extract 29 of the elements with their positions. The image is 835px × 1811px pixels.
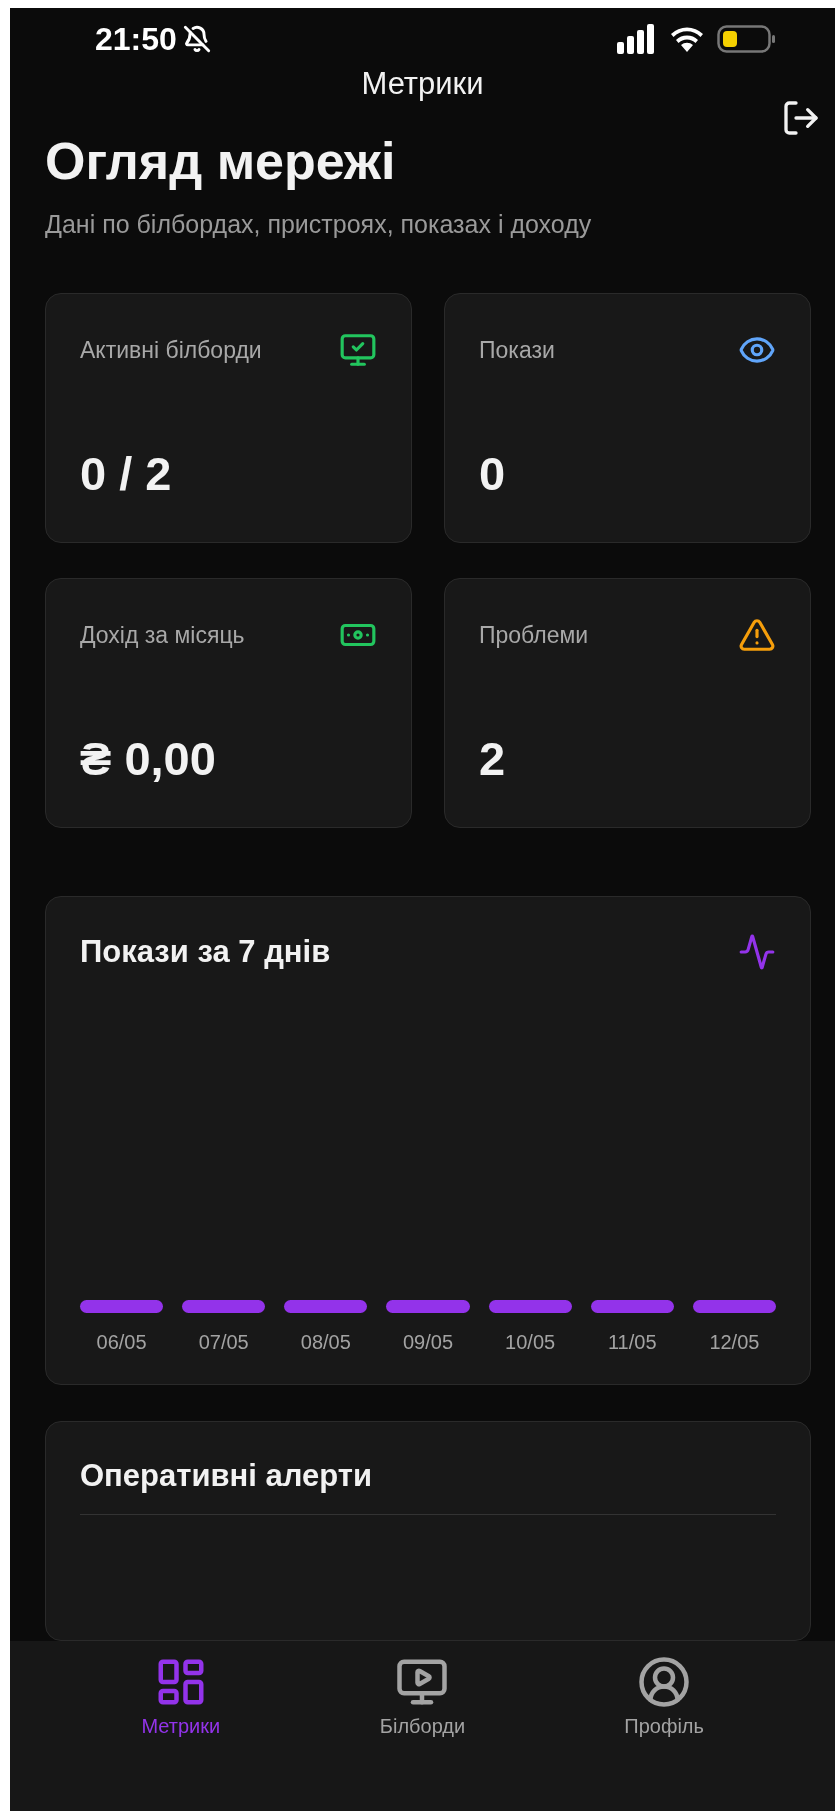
tab-bar-item[interactable]: Білборди: [342, 1655, 503, 1738]
pulse-icon: [738, 933, 776, 971]
alerts-title: Оперативні алерти: [80, 1458, 373, 1493]
wifi-icon: [669, 25, 705, 54]
day-label: 07/05: [198, 1331, 249, 1354]
day-label: 11/05: [608, 1331, 657, 1354]
status-time: 21:50: [95, 20, 177, 58]
stat-value: 0 / 2: [80, 446, 172, 501]
stat-label: Дохід за місяць: [80, 621, 245, 649]
day-label: 08/05: [300, 1331, 351, 1354]
tab-bar-item[interactable]: Профіль: [584, 1655, 745, 1738]
user-circle-icon: [637, 1655, 692, 1709]
screen-title: Метрики: [361, 66, 484, 103]
stat-value: 2: [479, 731, 506, 786]
day-label: 09/05: [402, 1331, 453, 1354]
battery-icon: [717, 25, 775, 54]
stat-value: ₴ 0,00: [80, 731, 216, 786]
bell-off-icon: [182, 25, 211, 54]
day-label: 10/05: [505, 1331, 556, 1354]
page-title: Огляд мережі: [45, 131, 397, 192]
stat-label: Проблеми: [479, 621, 589, 649]
chart-title: Покази за 7 днів: [80, 934, 331, 970]
signal-icon: [617, 24, 657, 55]
day-label: 12/05: [709, 1331, 760, 1354]
page-subtitle: Дані по білбордах, пристроях, показах і доходу: [45, 209, 593, 240]
day-label: 06/05: [96, 1331, 147, 1354]
stat-label: Активні білборди: [80, 336, 262, 364]
stat-value: 0: [479, 446, 506, 501]
stat-label: Покази: [479, 336, 555, 364]
